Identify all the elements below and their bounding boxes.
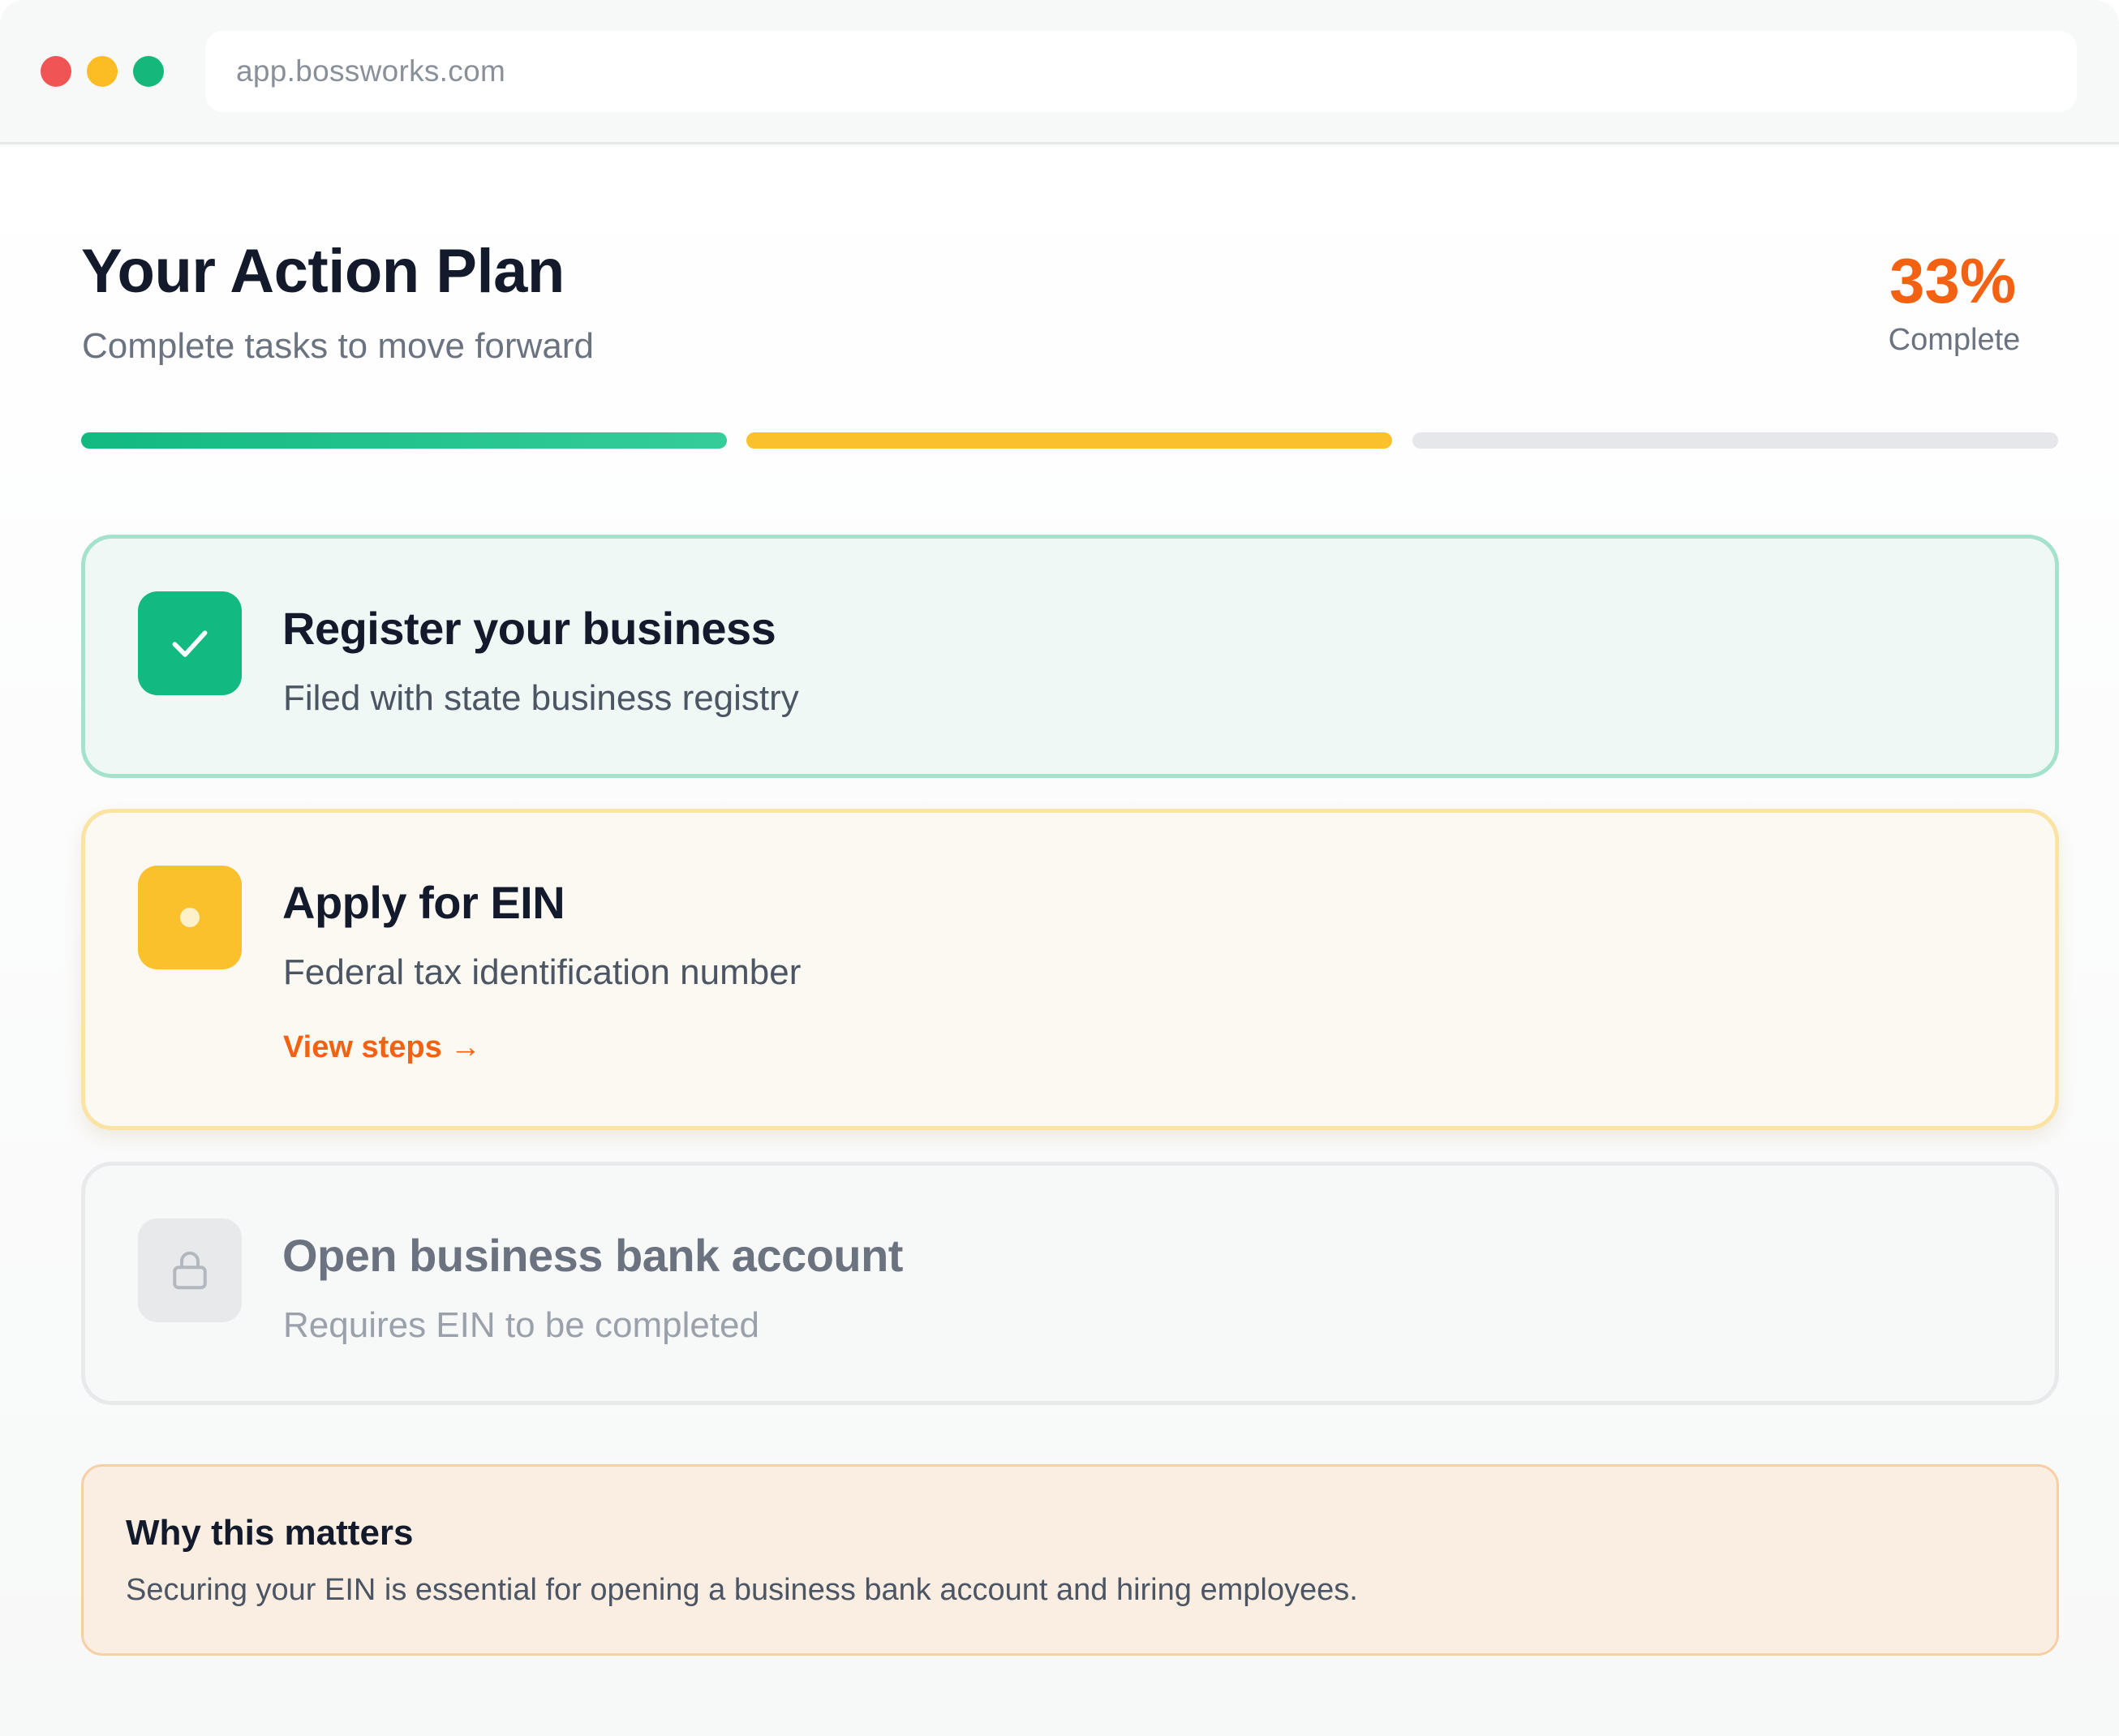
address-bar-url: app.bossworks.com <box>236 54 506 88</box>
close-window-button[interactable] <box>41 56 71 87</box>
page-title: Your Action Plan <box>81 237 565 306</box>
task-title: Register your business <box>282 603 776 654</box>
completion-percent: 33% <box>1889 245 2017 316</box>
minimize-window-button[interactable] <box>87 56 118 87</box>
task-status-badge-completed <box>138 591 242 695</box>
browser-toolbar: app.bossworks.com <box>0 0 2119 144</box>
view-steps-label: View steps <box>283 1030 442 1064</box>
info-title: Why this matters <box>126 1513 414 1553</box>
task-description: Federal tax identification number <box>283 952 802 992</box>
info-text: Securing your EIN is essential for openi… <box>126 1573 1358 1607</box>
lock-icon <box>173 1251 207 1290</box>
view-steps-link[interactable]: View steps → <box>283 1030 481 1065</box>
page-content: Your Action Plan Complete tasks to move … <box>0 147 2119 1736</box>
task-card-register-business[interactable]: Register your business Filed with state … <box>81 535 2059 778</box>
task-description: Requires EIN to be completed <box>283 1305 759 1345</box>
task-card-open-bank-account: Open business bank account Requires EIN … <box>81 1162 2059 1405</box>
dot-icon <box>180 908 200 927</box>
progress-segment-in-progress <box>746 432 1392 449</box>
info-callout: Why this matters Securing your EIN is es… <box>81 1464 2059 1656</box>
task-card-apply-ein[interactable]: Apply for EIN Federal tax identification… <box>81 809 2059 1130</box>
task-title: Apply for EIN <box>282 877 565 928</box>
progress-segment-pending <box>1412 432 2058 449</box>
completion-label: Complete <box>1888 323 2021 357</box>
browser-window: app.bossworks.com Your Action Plan Compl… <box>0 0 2119 1736</box>
task-status-badge-in-progress <box>138 866 242 969</box>
task-title: Open business bank account <box>282 1230 903 1281</box>
progress-segment-completed <box>81 432 727 449</box>
page-subtitle: Complete tasks to move forward <box>82 326 594 366</box>
arrow-right-icon: → <box>449 1030 481 1064</box>
task-description: Filed with state business registry <box>283 678 799 718</box>
maximize-window-button[interactable] <box>133 56 164 87</box>
address-bar[interactable]: app.bossworks.com <box>205 31 2077 112</box>
check-icon <box>172 630 208 657</box>
task-status-badge-locked <box>138 1218 242 1322</box>
